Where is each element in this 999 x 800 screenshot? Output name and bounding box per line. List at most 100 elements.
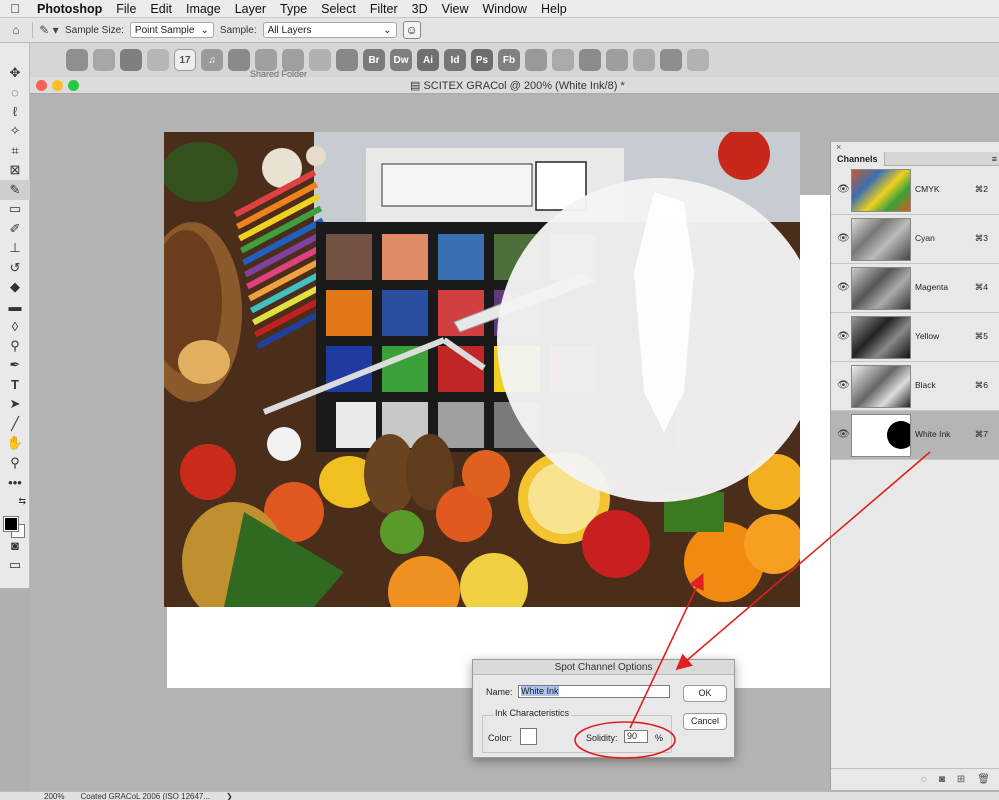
pen-tool-icon[interactable]: ✒ — [0, 356, 30, 376]
blur-tool-icon[interactable]: ◊ — [0, 317, 30, 337]
default-colors-icon[interactable]: ⇆ — [0, 492, 30, 512]
menu-window[interactable]: Window — [476, 2, 534, 16]
name-field-value: White Ink — [521, 686, 559, 696]
home-icon[interactable]: ⌂ — [6, 21, 26, 39]
menu-help[interactable]: Help — [534, 2, 574, 16]
menu-select[interactable]: Select — [314, 2, 363, 16]
menu-3d[interactable]: 3D — [405, 2, 435, 16]
eraser-tool-icon[interactable]: ◆ — [0, 278, 30, 298]
show-sampling-ring-icon[interactable]: ☺ — [402, 21, 421, 39]
dock-app-icon[interactable] — [552, 49, 574, 71]
healing-brush-tool-icon[interactable]: ▭ — [0, 200, 30, 220]
hand-tool-icon[interactable]: ✋ — [0, 434, 30, 454]
dock-app-icon[interactable] — [255, 49, 277, 71]
zoom-level[interactable]: 200% — [44, 792, 64, 800]
menu-photoshop[interactable]: Photoshop — [30, 2, 109, 16]
trash-icon[interactable]: 🗑 — [977, 774, 990, 785]
dock-app-icon[interactable] — [147, 49, 169, 71]
history-brush-tool-icon[interactable]: ↺ — [0, 258, 30, 278]
menu-image[interactable]: Image — [179, 2, 228, 16]
load-selection-icon[interactable]: ◌ — [921, 774, 927, 785]
visibility-eye-icon[interactable]: 👁 — [837, 184, 850, 195]
canvas-image[interactable] — [164, 132, 800, 607]
visibility-eye-icon[interactable]: 👁 — [837, 380, 850, 391]
apple-icon[interactable]:  — [0, 1, 30, 16]
solidity-field[interactable]: 90 — [624, 730, 648, 743]
ok-button[interactable]: OK — [683, 685, 727, 702]
menu-layer[interactable]: Layer — [228, 2, 273, 16]
crop-tool-icon[interactable]: ⌗ — [0, 141, 30, 161]
status-menu-arrow-icon[interactable]: ❯ — [226, 792, 233, 800]
stamp-tool-icon[interactable]: ⊥ — [0, 239, 30, 259]
eyedropper-preset-icon[interactable]: ✎ ▾ — [39, 21, 59, 39]
foreground-color-swatch[interactable] — [3, 516, 19, 532]
color-swatch[interactable] — [520, 728, 537, 745]
acrobat-icon[interactable] — [336, 49, 358, 71]
dock-app-icon[interactable] — [606, 49, 628, 71]
dock-app-icon[interactable] — [579, 49, 601, 71]
screen-mode-icon[interactable]: ▭ — [0, 555, 30, 575]
channel-row-yellow[interactable]: 👁 Yellow ⌘5 — [831, 313, 999, 362]
zoom-window-button[interactable] — [68, 80, 79, 91]
dock-app-icon[interactable] — [309, 49, 331, 71]
quick-mask-icon[interactable]: ◙ — [0, 536, 30, 556]
frame-tool-icon[interactable]: ⊠ — [0, 161, 30, 181]
lasso-tool-icon[interactable]: ℓ — [0, 102, 30, 122]
dodge-tool-icon[interactable]: ⚲ — [0, 336, 30, 356]
sample-size-select[interactable]: Point Sample ⌄ — [129, 22, 214, 38]
indesign-icon[interactable]: Id — [444, 49, 466, 71]
panel-menu-icon[interactable]: ≡ — [992, 154, 997, 164]
zoom-tool-icon[interactable]: ⚲ — [0, 453, 30, 473]
music-icon[interactable]: ♫ — [201, 49, 223, 71]
save-selection-icon[interactable]: ◙ — [939, 774, 945, 785]
new-channel-icon[interactable]: ⊞ — [957, 774, 965, 785]
panel-close-icon[interactable]: × — [831, 142, 999, 152]
move-tool-icon[interactable]: ✥ — [0, 63, 30, 83]
visual-studio-icon[interactable] — [660, 49, 682, 71]
visibility-eye-icon[interactable]: 👁 — [837, 331, 850, 342]
channel-shortcut: ⌘3 — [974, 233, 988, 243]
photoshop-dock-icon[interactable]: Ps — [471, 49, 493, 71]
dock-app-icon[interactable] — [687, 49, 709, 71]
bridge-icon[interactable]: Br — [363, 49, 385, 71]
channel-row-black[interactable]: 👁 Black ⌘6 — [831, 362, 999, 411]
menu-file[interactable]: File — [109, 2, 143, 16]
sample-select[interactable]: All Layers ⌄ — [262, 22, 397, 38]
minimize-window-button[interactable] — [52, 80, 63, 91]
channel-row-magenta[interactable]: 👁 Magenta ⌘4 — [831, 264, 999, 313]
channel-row-cmyk[interactable]: 👁 CMYK ⌘2 — [831, 166, 999, 215]
menu-filter[interactable]: Filter — [363, 2, 405, 16]
visibility-eye-icon[interactable]: 👁 — [837, 429, 850, 440]
marquee-tool-icon[interactable]: ◌ — [0, 83, 30, 103]
dreamweaver-icon[interactable]: Dw — [390, 49, 412, 71]
menu-view[interactable]: View — [435, 2, 476, 16]
channel-row-cyan[interactable]: 👁 Cyan ⌘3 — [831, 215, 999, 264]
dock-app-icon[interactable] — [93, 49, 115, 71]
dock-app-icon[interactable] — [66, 49, 88, 71]
visibility-eye-icon[interactable]: 👁 — [837, 233, 850, 244]
dock-app-icon[interactable] — [282, 49, 304, 71]
visibility-eye-icon[interactable]: 👁 — [837, 282, 850, 293]
more-tools-icon[interactable]: ••• — [0, 473, 30, 493]
dock-app-icon[interactable] — [633, 49, 655, 71]
cancel-button[interactable]: Cancel — [683, 713, 727, 730]
safari-icon[interactable] — [228, 49, 250, 71]
flash-builder-icon[interactable]: Fb — [498, 49, 520, 71]
calendar-icon[interactable]: 17 — [174, 49, 196, 71]
menu-edit[interactable]: Edit — [143, 2, 179, 16]
dock-app-icon[interactable] — [120, 49, 142, 71]
tab-channels[interactable]: Channels — [831, 152, 885, 166]
magic-wand-tool-icon[interactable]: ✧ — [0, 122, 30, 142]
dock-app-icon[interactable] — [525, 49, 547, 71]
menu-type[interactable]: Type — [273, 2, 314, 16]
brush-tool-icon[interactable]: ✐ — [0, 219, 30, 239]
illustrator-icon[interactable]: Ai — [417, 49, 439, 71]
eyedropper-tool-icon[interactable]: ✎ — [0, 180, 30, 200]
gradient-tool-icon[interactable]: ▬ — [0, 297, 30, 317]
close-window-button[interactable] — [36, 80, 47, 91]
type-tool-icon[interactable]: T — [0, 375, 30, 395]
name-field[interactable]: White Ink — [518, 685, 670, 698]
channel-row-white-ink[interactable]: 👁 White Ink ⌘7 — [831, 411, 999, 460]
path-selection-tool-icon[interactable]: ➤ — [0, 395, 30, 415]
line-tool-icon[interactable]: ╱ — [0, 414, 30, 434]
